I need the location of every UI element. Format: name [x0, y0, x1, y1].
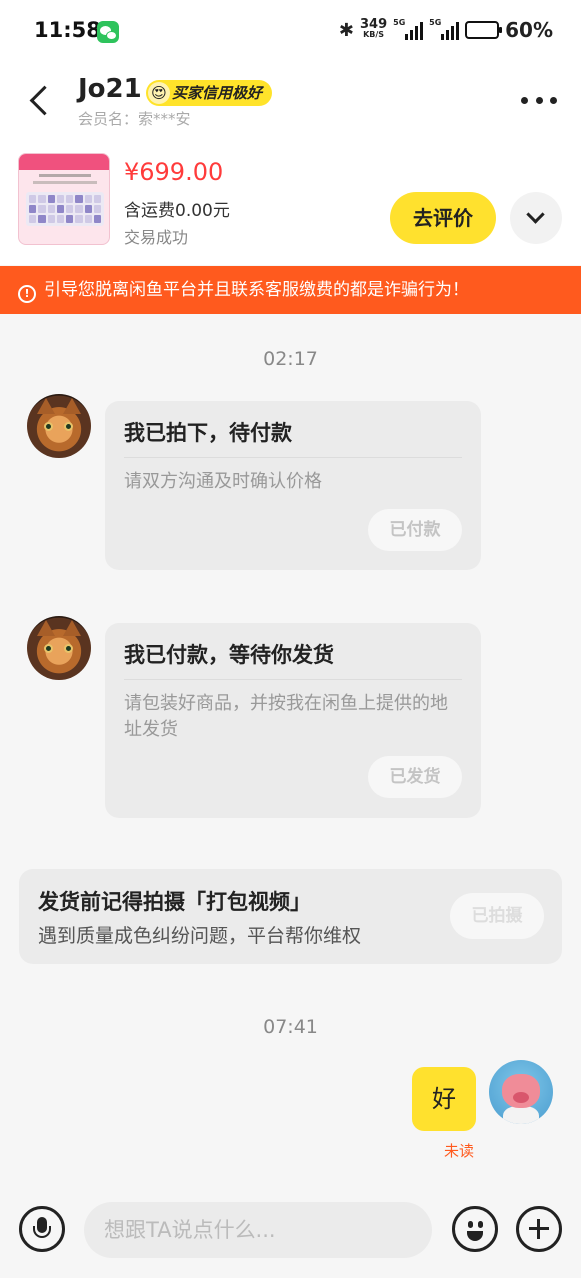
more-icon: [521, 96, 528, 104]
voice-button[interactable]: [19, 1206, 65, 1252]
network-speed-value: 349: [359, 17, 388, 32]
input-bar: [0, 1184, 581, 1278]
message-input[interactable]: [84, 1202, 432, 1258]
tip-desc: 遇到质量成色纠纷问题，平台帮你维权: [38, 925, 362, 947]
sim1-label: 5G: [393, 18, 406, 27]
emoji-button[interactable]: [452, 1206, 498, 1252]
status-time: 11:58: [34, 18, 101, 42]
credit-badge: 😍 买家信用极好: [146, 80, 273, 106]
chat-timestamp: 02:17: [263, 348, 318, 370]
more-button[interactable]: [521, 92, 557, 108]
warning-icon: !: [18, 285, 36, 303]
credit-badge-label: 买家信用极好: [172, 84, 263, 102]
divider: [124, 679, 462, 680]
chat-timestamp: 07:41: [263, 1016, 318, 1038]
back-button[interactable]: [26, 84, 54, 118]
my-message-bubble[interactable]: 好: [412, 1067, 476, 1131]
paid-button[interactable]: 已付款: [368, 509, 462, 551]
shipped-button[interactable]: 已发货: [368, 756, 462, 798]
order-status-title: 我已拍下，待付款: [124, 421, 292, 445]
order-status-desc: 请包装好商品，并按我在闲鱼上提供的地址发货: [124, 693, 448, 740]
status-bar: 11:58 ✱ 349 KB/S 5G 5G 60%: [0, 0, 581, 64]
trade-status: 交易成功: [124, 228, 189, 247]
member-name: 会员名：索***安: [78, 110, 191, 128]
emoji-icon: [468, 1221, 473, 1228]
network-speed: 349 KB/S: [359, 17, 388, 40]
chat-header: Jo21 😍 买家信用极好 会员名：索***安: [0, 64, 581, 134]
product-card[interactable]: ¥699.00 含运费0.00元 交易成功 去评价: [0, 134, 581, 265]
seller-avatar[interactable]: [27, 394, 91, 458]
battery-icon: [465, 21, 503, 39]
order-status-title: 我已付款，等待你发货: [124, 643, 334, 667]
fraud-warning-banner: ! 引导您脱离闲鱼平台并且联系客服缴费的都是诈骗行为！: [0, 266, 581, 314]
order-status-card: 我已付款，等待你发货 请包装好商品，并按我在闲鱼上提供的地址发货 已发货: [105, 623, 481, 818]
packing-video-tip: 发货前记得拍摄「打包视频」 遇到质量成色纠纷问题，平台帮你维权 已拍摄: [19, 869, 562, 964]
battery-percent: 60%: [505, 18, 553, 42]
warning-text: 引导您脱离闲鱼平台并且联系客服缴费的都是诈骗行为！: [44, 280, 469, 300]
bluetooth-icon: ✱: [338, 19, 354, 41]
filmed-button[interactable]: 已拍摄: [450, 893, 544, 939]
network-speed-unit: KB/S: [363, 30, 385, 39]
my-avatar[interactable]: [489, 1060, 553, 1124]
signal-icon-2: 5G: [429, 18, 460, 40]
expand-button[interactable]: [510, 192, 562, 244]
plus-button[interactable]: [516, 1206, 562, 1252]
order-status-desc: 请双方沟通及时确认价格: [124, 471, 322, 492]
order-status-card: 我已拍下，待付款 请双方沟通及时确认价格 已付款: [105, 401, 481, 570]
contact-name[interactable]: Jo21: [78, 74, 142, 104]
smile-icon: 😍: [148, 82, 170, 104]
product-price: ¥699.00: [124, 158, 224, 186]
seller-avatar[interactable]: [27, 616, 91, 680]
divider: [124, 457, 462, 458]
shipping-fee: 含运费0.00元: [124, 201, 230, 221]
read-status: 未读: [444, 1142, 475, 1160]
status-indicators: ✱ 349 KB/S 5G 5G 60%: [339, 18, 553, 42]
product-image[interactable]: [18, 153, 110, 245]
signal-icon-1: 5G: [393, 18, 424, 40]
sim2-label: 5G: [429, 18, 442, 27]
tip-title: 发货前记得拍摄「打包视频」: [38, 890, 311, 914]
wechat-icon: [97, 21, 119, 43]
review-button[interactable]: 去评价: [390, 192, 496, 244]
